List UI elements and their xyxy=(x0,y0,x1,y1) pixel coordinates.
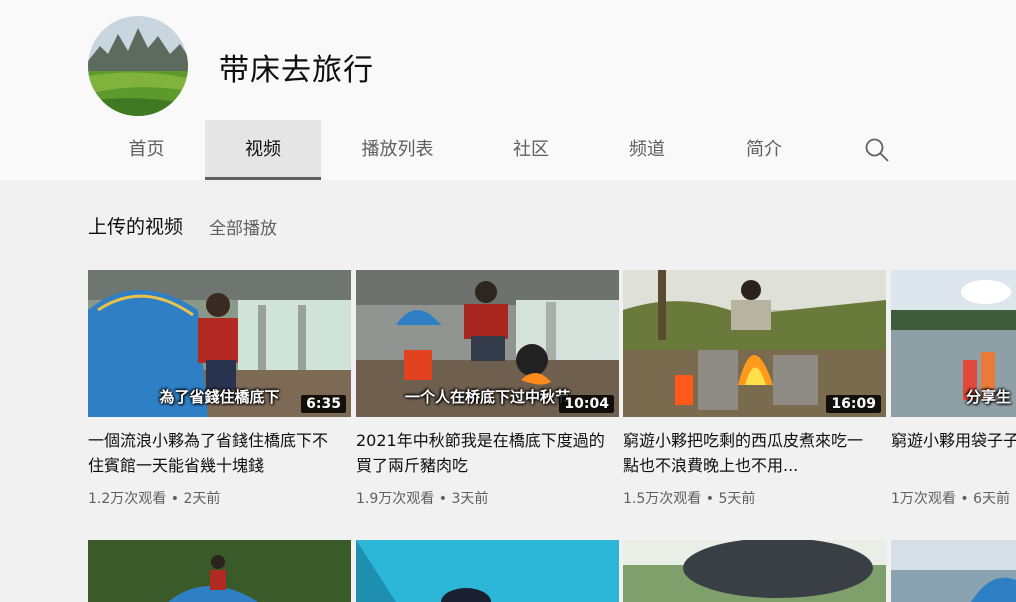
video-age: 5天前 xyxy=(718,491,756,507)
video-views: 1.2万次观看 xyxy=(88,491,167,507)
channel-avatar[interactable] xyxy=(88,16,188,116)
video-duration: 6:35 xyxy=(301,395,346,413)
video-card[interactable]: 分享生 窮遊小夥用袋子子替代盆節省空 1万次观看 • 6天前 xyxy=(891,270,1016,508)
video-card[interactable]: 16:09 窮遊小夥把吃剩的西瓜皮煮來吃一點也不浪費晚上也不用... 1.5万次… xyxy=(623,270,886,508)
video-views: 1.5万次观看 xyxy=(623,491,702,507)
video-duration: 16:09 xyxy=(826,395,881,413)
video-age: 2天前 xyxy=(183,491,221,507)
video-title[interactable]: 窮遊小夥把吃剩的西瓜皮煮來吃一點也不浪費晚上也不用... xyxy=(623,428,878,478)
video-thumbnail[interactable]: 為了省錢住橋底下 6:35 xyxy=(88,270,351,417)
video-title[interactable]: 一個流浪小夥為了省錢住橋底下不住賓館一天能省幾十塊錢 xyxy=(88,428,343,478)
video-card[interactable] xyxy=(891,540,1016,602)
thumbnail-overlay-text: 分享生 xyxy=(966,388,1012,406)
video-card[interactable] xyxy=(623,540,886,602)
video-card[interactable]: 為了省錢住橋底下 6:35 一個流浪小夥為了省錢住橋底下不住賓館一天能省幾十塊錢… xyxy=(88,270,351,508)
section-title: 上传的视频 xyxy=(88,216,184,238)
video-thumbnail[interactable]: 一个人在桥底下过中秋节 10:04 xyxy=(356,270,619,417)
video-card[interactable]: 一个人在桥底下过中秋节 10:04 2021年中秋節我是在橋底下度過的買了兩斤豬… xyxy=(356,270,619,508)
video-duration: 10:04 xyxy=(559,395,614,413)
video-thumbnail[interactable]: 16:09 xyxy=(623,270,886,417)
play-all-button[interactable]: 全部播放 xyxy=(209,214,277,239)
tab-community[interactable]: 社区 xyxy=(474,120,588,180)
video-title[interactable]: 窮遊小夥用袋子子替代盆節省空 xyxy=(891,428,1016,478)
meta-separator: • xyxy=(170,491,179,507)
video-thumbnail[interactable]: 分享生 xyxy=(891,270,1016,417)
tab-about[interactable]: 简介 xyxy=(706,120,822,180)
tab-channels[interactable]: 频道 xyxy=(588,120,706,180)
video-age: 6天前 xyxy=(973,491,1011,507)
video-meta: 1.5万次观看 • 5天前 xyxy=(623,488,886,508)
channel-header: 带床去旅行 首页 视频 播放列表 社区 频道 简介 xyxy=(0,0,1016,180)
video-meta: 1.2万次观看 • 2天前 xyxy=(88,488,351,508)
video-meta: 1万次观看 • 6天前 xyxy=(891,488,1016,508)
channel-name: 带床去旅行 xyxy=(219,53,374,88)
video-views: 1.9万次观看 xyxy=(356,491,435,507)
search-icon[interactable] xyxy=(864,137,890,163)
video-card[interactable] xyxy=(356,540,619,602)
video-meta: 1.9万次观看 • 3天前 xyxy=(356,488,619,508)
video-views: 1万次观看 xyxy=(891,491,956,507)
meta-separator: • xyxy=(705,491,714,507)
video-title[interactable]: 2021年中秋節我是在橋底下度過的買了兩斤豬肉吃 xyxy=(356,428,611,478)
tab-videos[interactable]: 视频 xyxy=(205,120,321,180)
meta-separator: • xyxy=(438,491,447,507)
tab-home[interactable]: 首页 xyxy=(88,120,205,180)
video-card[interactable] xyxy=(88,540,351,602)
tab-playlists[interactable]: 播放列表 xyxy=(321,120,474,180)
meta-separator: • xyxy=(960,491,969,507)
video-age: 3天前 xyxy=(451,491,489,507)
